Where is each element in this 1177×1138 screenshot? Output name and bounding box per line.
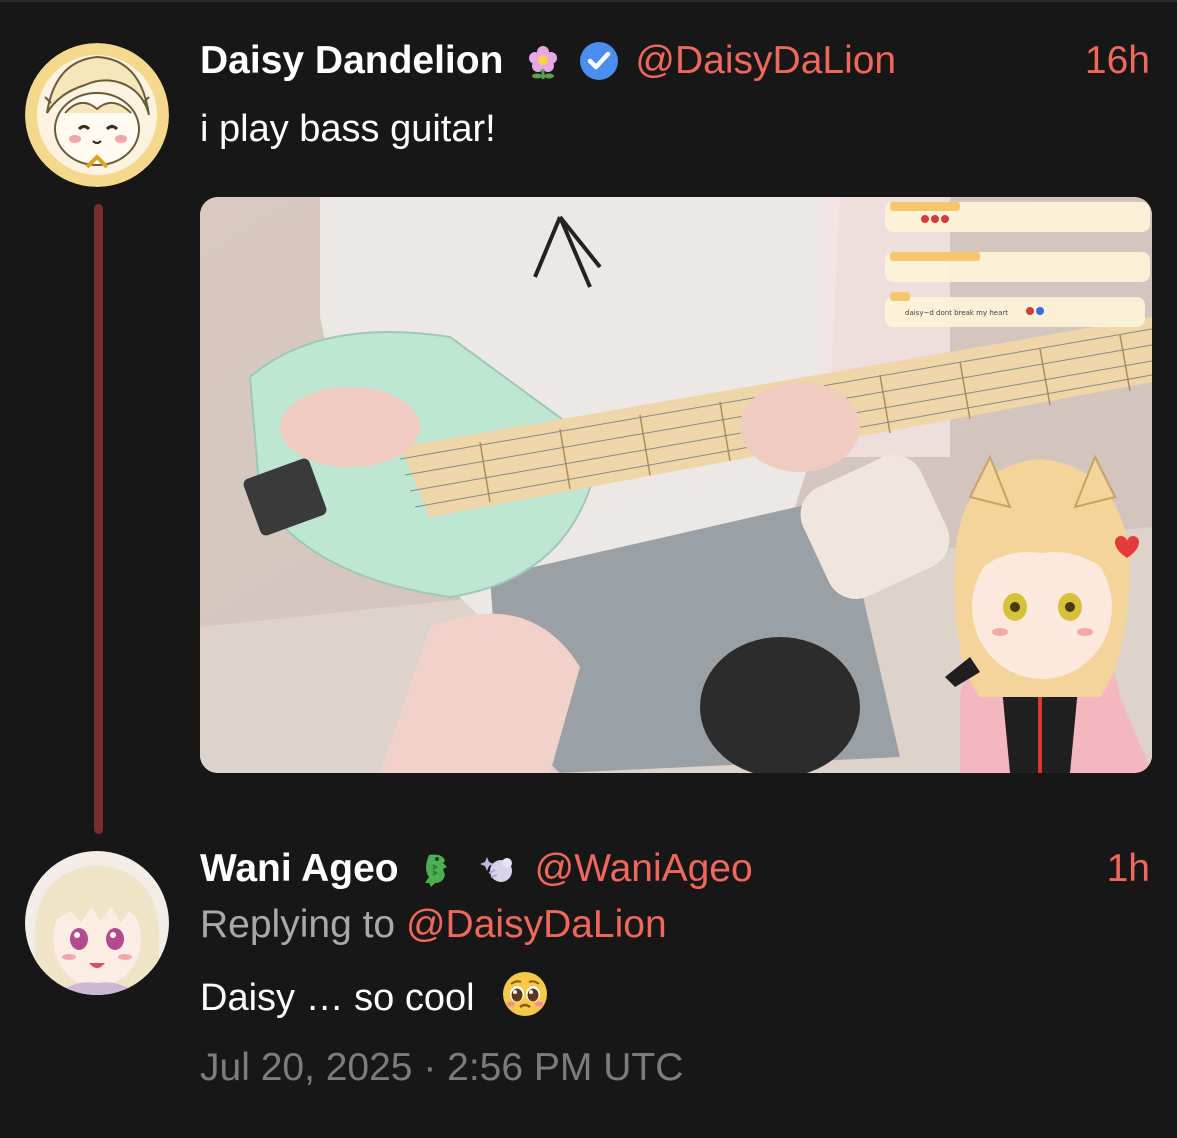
avatar-image bbox=[25, 43, 169, 187]
thread-connector-line bbox=[94, 204, 103, 834]
reply-header: Wani Ageo @WaniAgeo 1h bbox=[200, 845, 1150, 893]
replying-to-line: Replying to @DaisyDaLion bbox=[200, 903, 667, 947]
sparkle-icon bbox=[479, 849, 519, 889]
reply-timestamp[interactable]: Jul 20, 2025 · 2:56 PM UTC bbox=[200, 1046, 683, 1090]
avatar-daisy[interactable] bbox=[25, 43, 169, 187]
reply-text-row: Daisy … so cool bbox=[200, 970, 549, 1020]
flower-icon bbox=[523, 41, 563, 81]
tweet-time[interactable]: 16h bbox=[1085, 39, 1150, 83]
avatar-wani[interactable] bbox=[25, 851, 169, 995]
pleading-face-icon bbox=[501, 970, 549, 1018]
reply-time[interactable]: 1h bbox=[1107, 847, 1150, 891]
top-divider bbox=[0, 0, 1177, 2]
reply-author-display-name[interactable]: Wani Ageo bbox=[200, 847, 399, 891]
avatar-image bbox=[25, 851, 169, 995]
media-picture: daisy~d dont break my heart bbox=[200, 197, 1152, 773]
chat-message: daisy~d dont break my heart bbox=[905, 309, 1008, 317]
crocodile-icon bbox=[419, 849, 459, 889]
reply-author-handle[interactable]: @WaniAgeo bbox=[535, 847, 753, 891]
tweet-header: Daisy Dandelion @DaisyDaLion 16h bbox=[200, 37, 1150, 85]
tweet-text: i play bass guitar! bbox=[200, 108, 496, 150]
tweet-media-image[interactable]: daisy~d dont break my heart bbox=[200, 197, 1152, 773]
verified-check-icon bbox=[579, 41, 619, 81]
author-display-name[interactable]: Daisy Dandelion bbox=[200, 39, 503, 83]
author-handle[interactable]: @DaisyDaLion bbox=[635, 39, 896, 83]
reply-text: Daisy … so cool bbox=[200, 977, 475, 1019]
tweet-thread: Daisy Dandelion @DaisyDaLion 16h i play bbox=[0, 0, 1177, 1138]
replying-to-mention[interactable]: @DaisyDaLion bbox=[406, 903, 667, 946]
replying-prefix: Replying to bbox=[200, 903, 396, 946]
